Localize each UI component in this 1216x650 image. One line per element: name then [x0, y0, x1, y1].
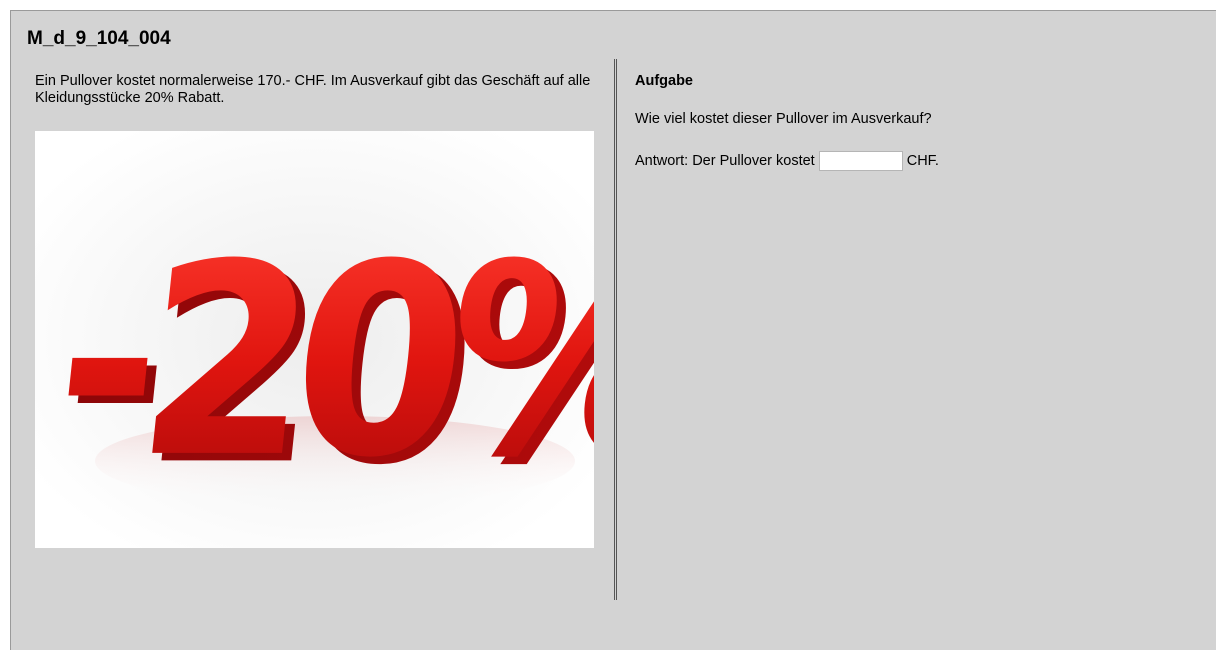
answer-prefix: Antwort: Der Pullover kostet — [635, 153, 815, 169]
discount-20-percent-image: -20% -20% — [35, 131, 594, 548]
question-text: Wie viel kostet dieser Pullover im Ausve… — [635, 111, 932, 127]
column-divider — [614, 59, 617, 600]
discount-text: -20% — [43, 209, 594, 516]
discount-image: -20% -20% — [35, 131, 594, 548]
page-title: M_d_9_104_004 — [27, 28, 171, 49]
task-heading: Aufgabe — [635, 73, 693, 89]
intro-text: Ein Pullover kostet normalerweise 170.- … — [35, 73, 591, 106]
answer-input[interactable] — [818, 151, 903, 171]
task-panel: M_d_9_104_004 Ein Pullover kostet normal… — [10, 10, 1216, 650]
answer-row: Antwort: Der Pullover kostet CHF. — [635, 151, 939, 171]
answer-suffix: CHF. — [906, 153, 939, 169]
